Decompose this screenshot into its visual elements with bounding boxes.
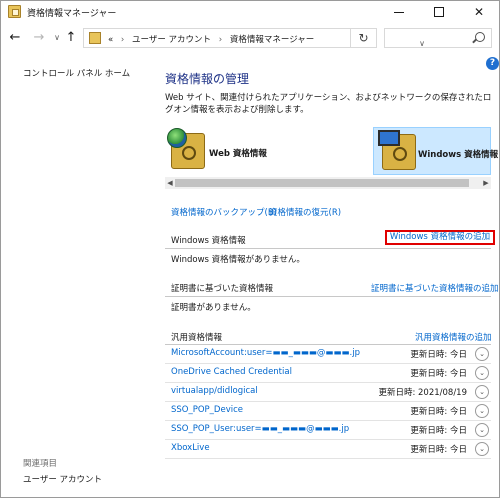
page-title: 資格情報の管理 <box>165 72 250 86</box>
window-title: 資格情報マネージャー <box>27 9 117 19</box>
up-button[interactable]: ↑ <box>63 30 79 46</box>
breadcrumb-separator: › <box>218 35 223 45</box>
back-button[interactable]: ← <box>7 30 23 46</box>
breadcrumb-user-accounts[interactable]: ユーザー アカウント <box>132 35 211 45</box>
title-bar: 資格情報マネージャー ✕ <box>1 1 499 23</box>
navigation-bar: ← → ∨ ↑ « › ユーザー アカウント › 資格情報マネージャー ∨ ↻ <box>1 23 499 53</box>
credential-row[interactable]: virtualapp/didlogical 更新日時: 2021/08/19 ⌄ <box>165 383 491 402</box>
left-pane: コントロール パネル ホーム 関連項目 ユーザー アカウント <box>1 53 151 497</box>
add-windows-credential-link[interactable]: Windows 資格情報の追加 <box>385 230 495 245</box>
credential-name[interactable]: virtualapp/didlogical <box>171 386 258 396</box>
windows-credentials-label: Windows 資格情報 <box>418 150 499 160</box>
expand-chevron-icon[interactable]: ⌄ <box>475 366 489 380</box>
credential-modified: 更新日時: 今日 <box>410 350 467 360</box>
expand-chevron-icon[interactable]: ⌄ <box>475 385 489 399</box>
forward-button[interactable]: → <box>31 30 47 46</box>
windows-credentials-empty: Windows 資格情報がありません。 <box>171 255 305 265</box>
backup-credentials-link[interactable]: 資格情報のバックアップ(B) <box>171 206 277 218</box>
expand-chevron-icon[interactable]: ⌄ <box>475 423 489 437</box>
section-divider <box>165 296 491 297</box>
credential-name[interactable]: MicrosoftAccount:user=▬▬_▬▬▬@▬▬▬.jp <box>171 348 360 358</box>
scroll-left-button[interactable]: ◀ <box>165 177 175 189</box>
credential-name[interactable]: OneDrive Cached Credential <box>171 367 292 377</box>
restore-credentials-link[interactable]: 資格情報の復元(R) <box>269 206 341 218</box>
page-description: Web サイト、関連付けられたアプリケーション、およびネットワークの保存されたロ… <box>165 93 492 115</box>
globe-icon <box>167 128 187 148</box>
credential-modified: 更新日時: 今日 <box>410 407 467 417</box>
user-accounts-link[interactable]: ユーザー アカウント <box>23 473 102 485</box>
maximize-button[interactable] <box>419 1 459 23</box>
monitor-icon <box>378 130 400 146</box>
credential-manager-window: 資格情報マネージャー ✕ ← → ∨ ↑ « › ユーザー アカウント › 資格… <box>0 0 500 498</box>
certificate-credentials-empty: 証明書がありません。 <box>171 303 256 313</box>
credential-row[interactable]: MicrosoftAccount:user=▬▬_▬▬▬@▬▬▬.jp 更新日時… <box>165 345 491 364</box>
credential-modified: 更新日時: 今日 <box>410 445 467 455</box>
credential-manager-icon <box>8 5 21 18</box>
credential-name[interactable]: XboxLive <box>171 443 210 453</box>
search-input[interactable] <box>384 28 492 48</box>
maximize-icon <box>434 7 444 17</box>
control-panel-home-link[interactable]: コントロール パネル ホーム <box>23 67 130 79</box>
windows-credentials-tab[interactable]: Windows 資格情報 <box>373 127 498 175</box>
credential-row[interactable]: OneDrive Cached Credential 更新日時: 今日 ⌄ <box>165 364 491 383</box>
related-section-title: 関連項目 <box>23 459 58 469</box>
expand-chevron-icon[interactable]: ⌄ <box>475 442 489 456</box>
credential-name[interactable]: SSO_POP_User:user=▬▬_▬▬▬@▬▬▬.jp <box>171 424 349 434</box>
breadcrumb-separator: › <box>120 35 125 45</box>
credential-name[interactable]: SSO_POP_Device <box>171 405 243 415</box>
horizontal-scrollbar[interactable]: ◀ ▶ <box>165 177 491 189</box>
add-generic-credential-link[interactable]: 汎用資格情報の追加 <box>415 331 492 343</box>
scroll-right-button[interactable]: ▶ <box>481 177 491 189</box>
web-credentials-tab[interactable]: Web 資格情報 <box>165 127 305 175</box>
close-button[interactable]: ✕ <box>459 1 499 23</box>
expand-chevron-icon[interactable]: ⌄ <box>475 347 489 361</box>
credential-row[interactable]: SSO_POP_User:user=▬▬_▬▬▬@▬▬▬.jp 更新日時: 今日… <box>165 421 491 440</box>
credential-modified: 更新日時: 今日 <box>410 369 467 379</box>
breadcrumb: « › ユーザー アカウント › 資格情報マネージャー <box>108 33 314 45</box>
search-icon <box>475 32 485 42</box>
minimize-button[interactable] <box>379 1 419 23</box>
breadcrumb-overflow[interactable]: « <box>108 35 113 45</box>
web-credentials-label: Web 資格情報 <box>209 149 267 159</box>
expand-chevron-icon[interactable]: ⌄ <box>475 404 489 418</box>
breadcrumb-credential-manager[interactable]: 資格情報マネージャー <box>230 35 314 45</box>
control-panel-icon <box>89 32 101 44</box>
refresh-button[interactable]: ↻ <box>351 28 377 48</box>
minimize-icon <box>394 11 404 13</box>
help-icon[interactable]: ? <box>486 57 499 70</box>
generic-credentials-heading: 汎用資格情報 <box>171 333 223 343</box>
add-certificate-credential-link[interactable]: 証明書に基づいた資格情報の追加 <box>371 282 499 294</box>
certificate-credentials-heading: 証明書に基づいた資格情報 <box>171 284 274 294</box>
address-bar[interactable]: « › ユーザー アカウント › 資格情報マネージャー ∨ <box>83 28 425 48</box>
credential-modified: 更新日時: 2021/08/19 <box>378 388 467 398</box>
credential-row[interactable]: XboxLive 更新日時: 今日 ⌄ <box>165 440 491 459</box>
credential-modified: 更新日時: 今日 <box>410 426 467 436</box>
credential-row[interactable]: SSO_POP_Device 更新日時: 今日 ⌄ <box>165 402 491 421</box>
scrollbar-thumb[interactable] <box>175 179 469 187</box>
section-divider <box>165 248 491 249</box>
windows-credentials-heading: Windows 資格情報 <box>171 236 246 246</box>
